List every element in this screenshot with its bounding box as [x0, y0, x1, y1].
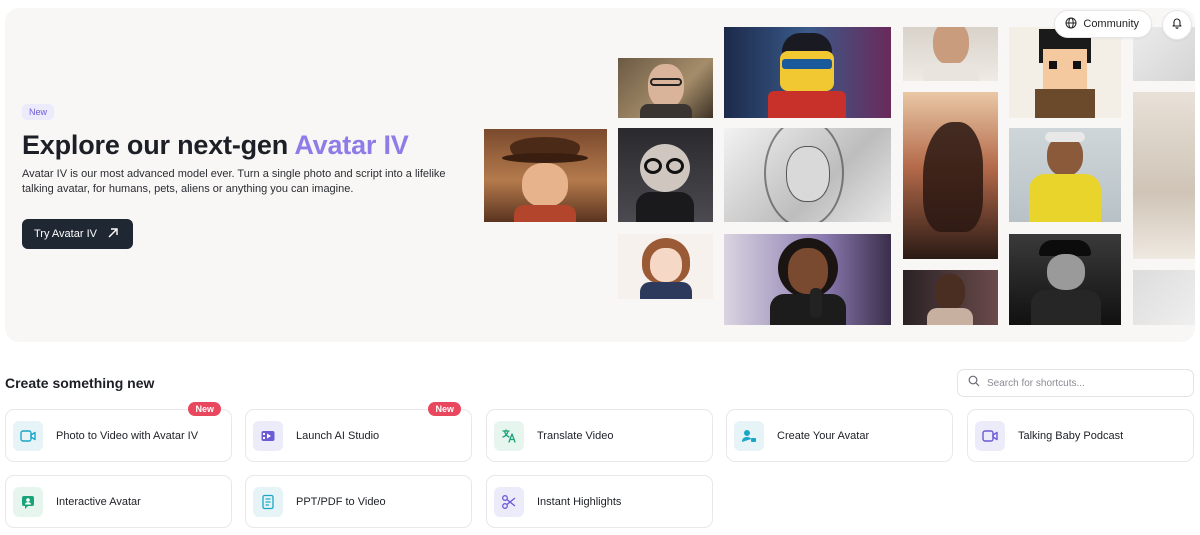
card-label: Launch AI Studio — [296, 429, 380, 442]
anime-girl-image — [618, 234, 713, 299]
lego-superhero-image — [724, 27, 891, 118]
arrow-up-right-icon — [107, 227, 119, 242]
card-interactive-avatar[interactable]: Interactive Avatar — [5, 475, 232, 528]
shortcut-search[interactable] — [957, 369, 1194, 397]
avatar-create-icon — [734, 420, 764, 451]
partial-right-image-bottom — [1133, 270, 1195, 325]
cowboy-avatar-image — [484, 129, 607, 222]
double-exposure-image — [903, 92, 998, 259]
podcaster-woman-image — [724, 234, 891, 325]
document-icon — [253, 486, 283, 517]
card-translate-video[interactable]: Translate Video — [486, 409, 713, 462]
card-label: Interactive Avatar — [56, 495, 141, 508]
sketch-portrait-image — [724, 128, 891, 222]
card-create-your-avatar[interactable]: Create Your Avatar — [726, 409, 953, 462]
woman-portrait-image — [903, 27, 998, 81]
globe-icon — [1065, 17, 1077, 32]
card-launch-ai-studio[interactable]: Launch AI Studio New — [245, 402, 472, 462]
create-section-title: Create something new — [5, 375, 155, 391]
community-button[interactable]: Community — [1054, 10, 1152, 38]
card-photo-to-video[interactable]: Photo to Video with Avatar IV New — [5, 402, 232, 462]
hero-description: Avatar IV is our most advanced model eve… — [22, 168, 446, 195]
puppet-avatar-image — [618, 128, 713, 222]
card-label: Photo to Video with Avatar IV — [56, 429, 199, 442]
card-label: Instant Highlights — [537, 495, 622, 508]
notifications-button[interactable] — [1162, 10, 1192, 40]
card-label: Translate Video — [537, 429, 614, 442]
card-label: Create Your Avatar — [777, 429, 870, 442]
hero-title-prefix: Explore our next-gen — [22, 130, 295, 160]
search-input[interactable] — [987, 377, 1167, 389]
noir-dog-detective-image — [1009, 234, 1121, 325]
film-icon — [253, 420, 283, 451]
card-talking-baby-podcast[interactable]: Talking Baby Podcast — [967, 409, 1194, 462]
translate-icon — [494, 420, 524, 451]
partial-right-image-middle — [1133, 92, 1195, 259]
hero-title-accent: Avatar IV — [294, 130, 409, 160]
video-camera-icon — [13, 420, 43, 451]
top-actions: Community — [1054, 10, 1192, 40]
card-label: PPT/PDF to Video — [296, 495, 386, 508]
woman-microphone-image — [903, 270, 998, 325]
new-badge: New — [188, 402, 221, 416]
card-ppt-pdf-to-video[interactable]: PPT/PDF to Video — [245, 475, 472, 528]
hero-banner: New Explore our next-gen Avatar IV Avata… — [5, 8, 1195, 342]
scissors-icon — [494, 486, 524, 517]
hero-title: Explore our next-gen Avatar IV — [22, 130, 462, 161]
video-camera-icon — [975, 420, 1005, 451]
try-avatar-iv-button[interactable]: Try Avatar IV — [22, 219, 133, 249]
search-icon — [968, 374, 980, 392]
chat-avatar-icon — [13, 486, 43, 517]
hero-text: New Explore our next-gen Avatar IV Avata… — [22, 102, 462, 249]
man-with-glasses-image — [618, 58, 713, 118]
card-label: Talking Baby Podcast — [1018, 429, 1124, 442]
cta-label: Try Avatar IV — [34, 228, 97, 240]
pixel-art-boy-image — [1009, 27, 1121, 118]
bell-icon — [1171, 16, 1183, 34]
community-label: Community — [1083, 18, 1139, 30]
new-badge: New — [22, 104, 55, 120]
yellow-suit-man-image — [1009, 128, 1121, 222]
new-badge: New — [428, 402, 461, 416]
card-instant-highlights[interactable]: Instant Highlights — [486, 475, 713, 528]
